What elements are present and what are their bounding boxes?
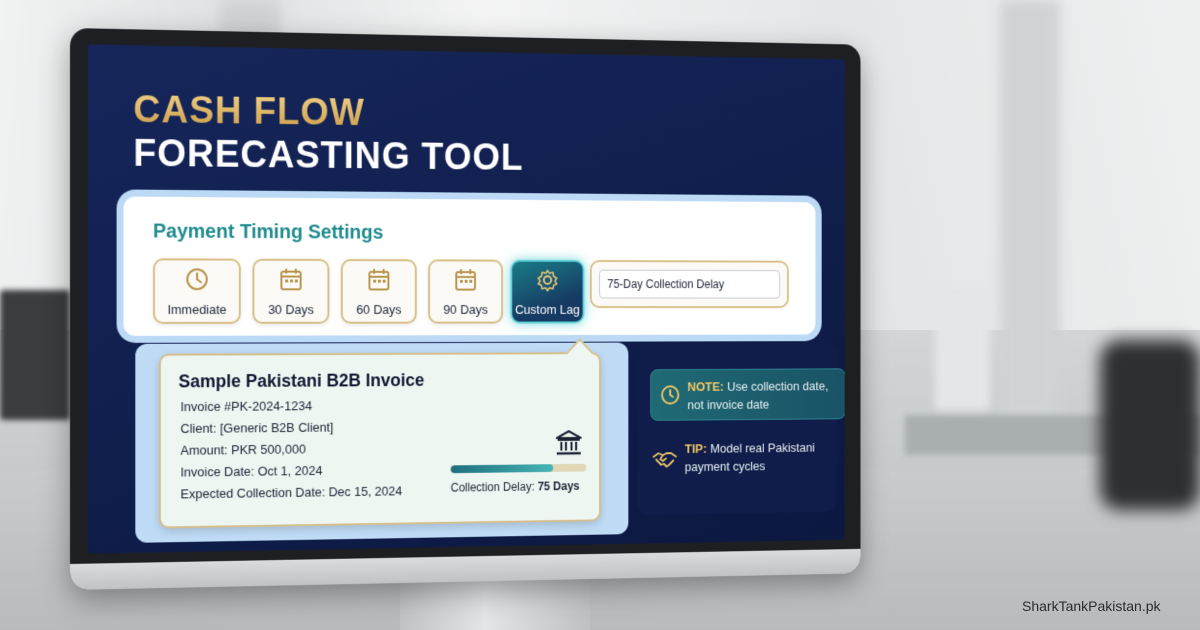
bank-icon <box>555 429 583 456</box>
calendar-icon <box>453 267 477 296</box>
note-box: NOTE: Use collection date, not invoice d… <box>650 368 845 421</box>
option-90-days[interactable]: 90 Days <box>428 259 503 324</box>
invoice-number: Invoice #PK-2024-1234 <box>180 398 313 415</box>
tip-label: TIP: <box>684 441 707 456</box>
invoice-amount: Amount: PKR 500,000 <box>180 441 306 458</box>
monitor: CASH FLOW FORECASTING TOOL Payment Timin… <box>70 28 861 590</box>
invoice-title: Sample Pakistani B2B Invoice <box>178 370 425 392</box>
title-line-1: CASH FLOW <box>133 89 365 134</box>
background-box <box>935 290 990 410</box>
option-label: Custom Lag <box>515 301 580 317</box>
background-monitor <box>0 290 70 420</box>
payment-timing-panel: Payment Timing Settings Immediate 30 Day… <box>123 196 816 336</box>
callout-pointer <box>565 338 595 369</box>
option-30-days[interactable]: 30 Days <box>252 258 330 324</box>
note-text-2: not invoice date <box>687 397 770 412</box>
note-text-1: Use collection date, <box>727 378 829 394</box>
option-custom-lag[interactable]: Custom Lag <box>510 259 585 324</box>
tips-panel: NOTE: Use collection date, not invoice d… <box>637 341 845 515</box>
custom-lag-box <box>589 259 789 309</box>
delay-label: Collection Delay: <box>450 479 535 495</box>
gear-icon <box>535 267 559 296</box>
background-chair <box>1100 340 1200 510</box>
custom-lag-input[interactable] <box>599 269 780 299</box>
option-60-days[interactable]: 60 Days <box>340 259 417 324</box>
invoice-client: Client: [Generic B2B Client] <box>180 419 334 436</box>
collection-delay-fill <box>450 464 553 474</box>
collection-delay-text: Collection Delay: 75 Days <box>451 479 580 494</box>
tip-text-1: Model real Pakistani <box>710 440 815 456</box>
calendar-icon <box>367 266 392 295</box>
note-label: NOTE: <box>687 379 724 394</box>
invoice-section: Sample Pakistani B2B Invoice Invoice #PK… <box>135 338 629 543</box>
note-text: NOTE: Use collection date, not invoice d… <box>687 377 828 414</box>
clock-icon <box>184 266 209 296</box>
panel-heading: Payment Timing Settings <box>153 220 384 244</box>
calendar-icon <box>279 266 304 296</box>
title-line-2: FORECASTING TOOL <box>133 132 524 179</box>
screen: CASH FLOW FORECASTING TOOL Payment Timin… <box>87 44 845 554</box>
option-immediate[interactable]: Immediate <box>153 258 241 324</box>
clock-icon <box>660 384 680 405</box>
expected-collection-date: Expected Collection Date: Dec 15, 2024 <box>180 483 403 502</box>
option-label: Immediate <box>167 301 227 317</box>
invoice-card: Sample Pakistani B2B Invoice Invoice #PK… <box>158 338 601 529</box>
delay-value: 75 Days <box>537 479 580 494</box>
handshake-icon <box>652 449 677 470</box>
collection-delay-bar <box>450 463 587 474</box>
option-label: 30 Days <box>268 301 314 317</box>
option-label: 90 Days <box>443 301 488 317</box>
invoice-date: Invoice Date: Oct 1, 2024 <box>180 463 323 480</box>
option-label: 60 Days <box>356 301 402 317</box>
tip-text: TIP: Model real Pakistani payment cycles <box>685 438 815 476</box>
watermark: SharkTankPakistan.pk <box>1022 598 1161 614</box>
background-column <box>1000 0 1060 420</box>
tip-text-2: payment cycles <box>684 458 766 475</box>
